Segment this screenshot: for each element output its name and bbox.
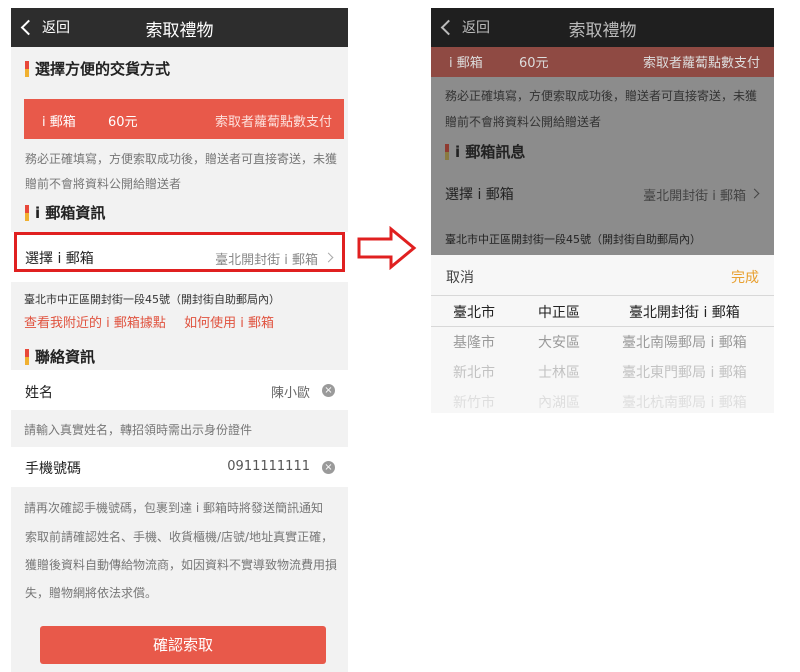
picker-city: 新竹市 <box>453 395 495 411</box>
confirm-button[interactable]: 確認索取 <box>40 626 326 664</box>
page-title: 索取禮物 <box>568 21 637 41</box>
picker-box: 臺北杭南郵局 i 郵箱 <box>622 395 747 411</box>
select-mailbox-row: 選擇 i 郵箱 臺北開封街 i 郵箱 <box>431 171 774 215</box>
picker-box: 臺北東門郵局 i 郵箱 <box>622 365 747 381</box>
right-screen: 返回 索取禮物 i 郵箱 60元 索取者蘿蔔點數支付 務必正確填寫，方便索取成功… <box>431 8 774 413</box>
picker-city: 臺北市 <box>453 305 495 321</box>
nav-bar: 返回 索取禮物 <box>431 8 774 47</box>
mailbox-links: 查看我附近的 i 郵箱據點 如何使用 i 郵箱 <box>24 312 274 331</box>
disclaimer-text: 索取前請確認姓名、手機、收貨櫃機/店號/地址真實正確， 獲贈後資料自動傳給物流商… <box>25 530 338 600</box>
picker-city: 基隆市 <box>453 335 495 351</box>
picker-row[interactable]: 新北市 士林區 臺北東門郵局 i 郵箱 <box>431 356 774 386</box>
contact-heading: 聯絡資訊 <box>25 346 95 367</box>
section-marker-icon <box>445 143 449 160</box>
phone-field[interactable]: 手機號碼 0911111111 × <box>11 447 348 487</box>
nav-bar: 返回 索取禮物 <box>11 8 348 47</box>
clear-phone-icon[interactable]: × <box>322 461 335 474</box>
select-mailbox-label: 選擇 i 郵箱 <box>445 187 514 203</box>
phone-input[interactable]: 0911111111 <box>227 459 310 474</box>
dimmed-overlay[interactable]: i 郵箱 60元 索取者蘿蔔點數支付 務必正確填寫，方便索取成功後，贈送者可直接… <box>431 47 774 255</box>
delivery-price: 60元 <box>519 56 549 71</box>
mailbox-picker[interactable]: 臺北市 中正區 臺北開封街 i 郵箱 基隆市 大安區 臺北南陽郵局 i 郵箱 新… <box>431 295 774 413</box>
delivery-heading: 選擇方便的交貨方式 <box>25 58 170 79</box>
picker-city: 新北市 <box>453 365 495 381</box>
name-input[interactable]: 陳小歐 <box>271 382 310 401</box>
picker-district: 士林區 <box>538 365 580 381</box>
mailbox-heading: i 郵箱訊息 <box>445 141 525 162</box>
page-title: 索取禮物 <box>145 21 214 41</box>
picker-district: 大安區 <box>538 335 580 351</box>
payment-method: 索取者蘿蔔點數支付 <box>214 115 332 130</box>
delivery-option: i 郵箱 <box>449 56 483 71</box>
select-mailbox-value: 臺北開封街 i 郵箱 <box>643 189 746 204</box>
arrow-right-icon <box>357 226 417 270</box>
name-field[interactable]: 姓名 陳小歐 × <box>11 370 348 410</box>
howto-mailbox-link[interactable]: 如何使用 i 郵箱 <box>184 316 274 331</box>
delivery-price: 60元 <box>108 115 138 130</box>
picker-cancel-button[interactable]: 取消 <box>446 267 474 287</box>
picker-toolbar: 取消 完成 <box>431 255 774 296</box>
section-marker-icon <box>25 60 29 77</box>
picker-row-selected[interactable]: 臺北市 中正區 臺北開封街 i 郵箱 <box>431 295 774 327</box>
phone-label: 手機號碼 <box>25 461 81 477</box>
highlight-box <box>14 232 345 272</box>
picker-box: 臺北南陽郵局 i 郵箱 <box>622 335 747 351</box>
phone-hint: 請再次確認手機號碼，包裹到達 i 郵箱時將發送簡訊通知 <box>24 501 323 515</box>
clear-name-icon[interactable]: × <box>322 384 335 397</box>
picker-district: 中正區 <box>538 305 580 321</box>
section-marker-icon <box>25 348 29 365</box>
name-label: 姓名 <box>25 385 53 401</box>
picker-done-button[interactable]: 完成 <box>731 267 759 287</box>
mailbox-address: 臺北市中正區開封街一段45號（開封街自助郵局內） <box>24 293 280 306</box>
picker-row[interactable]: 新竹市 內湖區 臺北杭南郵局 i 郵箱 <box>431 386 774 413</box>
left-screen: 返回 索取禮物 選擇方便的交貨方式 i 郵箱 60元 索取者蘿蔔點數支付 務必正… <box>11 8 348 672</box>
mailbox-heading: i 郵箱資訊 <box>25 202 105 223</box>
picker-box: 臺北開封街 i 郵箱 <box>629 305 740 321</box>
picker-district: 內湖區 <box>538 395 580 411</box>
delivery-option-bar: i 郵箱 60元 索取者蘿蔔點數支付 <box>431 47 774 77</box>
nearby-mailbox-link[interactable]: 查看我附近的 i 郵箱據點 <box>24 316 166 331</box>
mailbox-address: 臺北市中正區開封街一段45號（開封街自助郵局內） <box>445 233 701 246</box>
name-hint: 請輸入真實姓名，轉招領時需出示身份證件 <box>24 423 253 437</box>
section-marker-icon <box>25 204 29 221</box>
chevron-right-icon <box>749 188 760 199</box>
payment-method: 索取者蘿蔔點數支付 <box>642 56 760 71</box>
delivery-option-bar[interactable]: i 郵箱 60元 索取者蘿蔔點數支付 <box>24 99 344 139</box>
notice-text: 務必正確填寫，方便索取成功後，贈送者可直接寄送，未獲 贈前不會將資料公開給贈送者 <box>445 89 758 129</box>
picker-row[interactable]: 基隆市 大安區 臺北南陽郵局 i 郵箱 <box>431 326 774 356</box>
delivery-option: i 郵箱 <box>42 115 76 130</box>
notice-text: 務必正確填寫，方便索取成功後，贈送者可直接寄送，未獲 贈前不會將資料公開給贈送者 <box>25 152 338 191</box>
